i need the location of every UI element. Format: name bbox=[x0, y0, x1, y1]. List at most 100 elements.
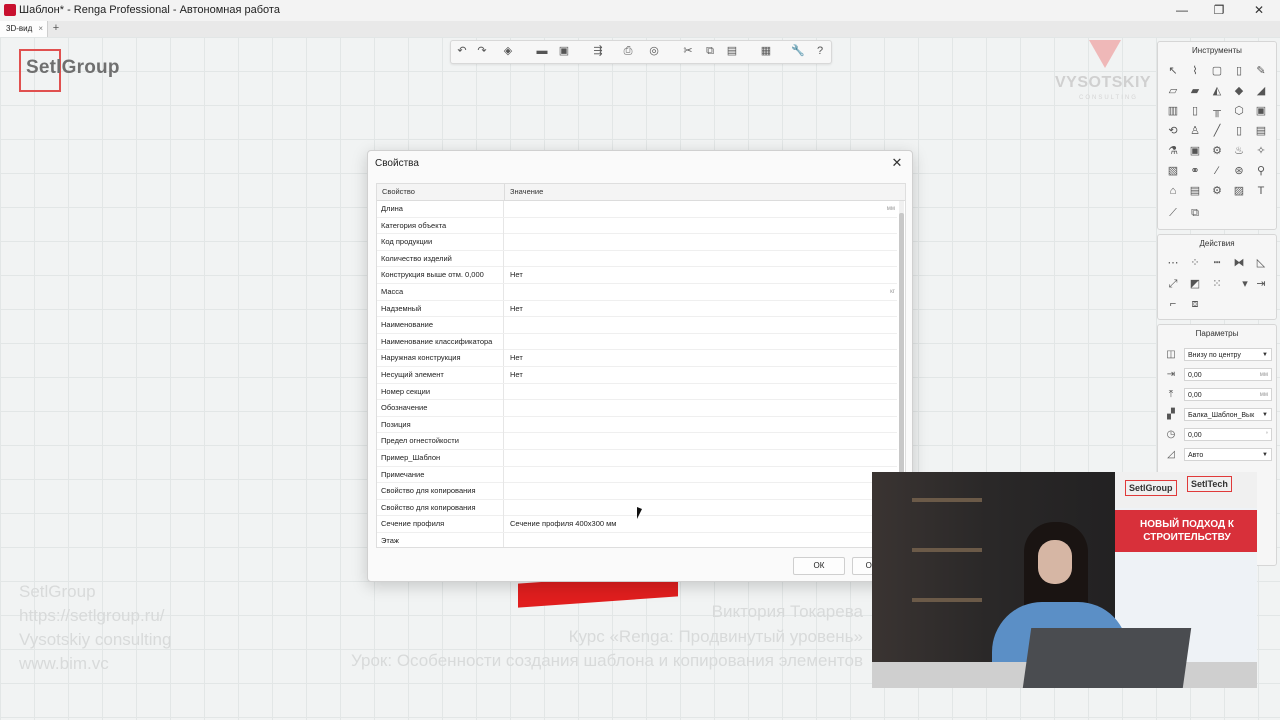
table-row[interactable]: Наименование bbox=[377, 317, 897, 334]
table-row[interactable]: Пример_Шаблон bbox=[377, 449, 897, 467]
ok-button[interactable]: ОК bbox=[793, 557, 845, 575]
property-value[interactable] bbox=[510, 234, 895, 250]
outlet-icon[interactable]: ⊛ bbox=[1232, 164, 1246, 178]
layers-icon[interactable]: ▦ bbox=[759, 44, 773, 58]
column-header-value[interactable]: Значение bbox=[505, 184, 905, 200]
hatch-icon[interactable]: ▨ bbox=[1232, 184, 1246, 198]
join-icon[interactable]: ⌐ bbox=[1166, 297, 1180, 311]
duct-icon[interactable]: ▯ bbox=[1232, 124, 1246, 138]
close-icon[interactable]: ✕ bbox=[888, 154, 906, 172]
save-icon[interactable]: ▣ bbox=[557, 44, 571, 58]
conduit-icon[interactable]: ∕ bbox=[1210, 164, 1224, 178]
pencil-icon[interactable]: ✎ bbox=[1254, 64, 1268, 78]
property-value[interactable]: Сечение профиля 400x300 мм bbox=[510, 516, 895, 532]
property-value[interactable] bbox=[510, 467, 895, 483]
equipment-icon[interactable]: ♙ bbox=[1188, 124, 1202, 138]
dimension-icon[interactable]: ⟋ bbox=[1166, 206, 1180, 220]
copy-icon[interactable]: ⧉ bbox=[703, 44, 717, 58]
table-row[interactable]: Наружная конструкция Нет bbox=[377, 350, 897, 367]
isolated-foundation-icon[interactable]: ▤ bbox=[1188, 184, 1202, 198]
open-folder-icon[interactable]: ▬ bbox=[535, 44, 549, 58]
property-value[interactable]: Нет bbox=[510, 267, 895, 283]
property-value[interactable] bbox=[510, 384, 895, 400]
move-icon[interactable]: ⋯ bbox=[1166, 256, 1180, 270]
property-value[interactable] bbox=[510, 284, 895, 300]
property-value[interactable] bbox=[510, 483, 895, 499]
undo-icon[interactable]: ↶ bbox=[455, 44, 469, 58]
minimize-button[interactable]: — bbox=[1162, 1, 1202, 20]
slab-icon[interactable]: ▰ bbox=[1188, 84, 1202, 98]
room-icon[interactable]: ▢ bbox=[1210, 64, 1224, 78]
select-icon[interactable]: ↖ bbox=[1166, 64, 1180, 78]
add-tab-button[interactable]: + bbox=[50, 21, 62, 37]
copy-elements-icon[interactable]: ⧉ bbox=[1188, 206, 1202, 220]
property-value[interactable] bbox=[510, 417, 895, 433]
door-icon[interactable]: ▥ bbox=[1166, 104, 1180, 118]
offset-1-input[interactable]: 0,00 мм bbox=[1184, 368, 1272, 381]
assembly-icon[interactable]: ▣ bbox=[1254, 104, 1268, 118]
plumbing-icon[interactable]: ⚙ bbox=[1210, 184, 1224, 198]
property-value[interactable] bbox=[510, 533, 895, 547]
device-icon[interactable]: ⚲ bbox=[1254, 164, 1268, 178]
tab-close-icon[interactable]: × bbox=[38, 21, 43, 37]
offset-icon[interactable]: ⇥ bbox=[1254, 277, 1268, 291]
table-row[interactable]: Несущий элемент Нет bbox=[377, 366, 897, 384]
panel-icon[interactable]: ▧ bbox=[1166, 164, 1180, 178]
property-value[interactable] bbox=[510, 334, 895, 350]
wrench-icon[interactable]: 🔧 bbox=[791, 44, 805, 58]
alignment-select[interactable]: Внизу по центру ▼ bbox=[1184, 348, 1272, 361]
line-icon[interactable]: ╱ bbox=[1210, 124, 1224, 138]
table-row[interactable]: Категория объекта bbox=[377, 217, 897, 235]
property-value[interactable] bbox=[510, 433, 895, 449]
fitting-icon[interactable]: ▤ bbox=[1254, 124, 1268, 138]
table-row[interactable]: Номер секции bbox=[377, 383, 897, 401]
pipe-icon[interactable]: ⚗ bbox=[1166, 144, 1180, 158]
paste-icon[interactable]: ▤ bbox=[725, 44, 739, 58]
offset-2-input[interactable]: 0,00 мм bbox=[1184, 388, 1272, 401]
table-row[interactable]: Позиция bbox=[377, 416, 897, 434]
column-icon[interactable]: ▯ bbox=[1232, 64, 1246, 78]
property-value[interactable]: Нет bbox=[510, 301, 895, 317]
help-icon[interactable]: ? bbox=[813, 44, 827, 58]
table-row[interactable]: Примечание bbox=[377, 466, 897, 484]
restore-button[interactable]: ❐ bbox=[1199, 1, 1239, 20]
mechanical-icon[interactable]: ⚙ bbox=[1210, 144, 1224, 158]
table-row[interactable]: Количество изделий bbox=[377, 250, 897, 268]
table-row[interactable]: Конструкция выше отм. 0,000 Нет bbox=[377, 267, 897, 284]
array-icon[interactable]: ┅ bbox=[1210, 256, 1224, 270]
print-icon[interactable]: ⎙ bbox=[621, 44, 635, 58]
stair-icon[interactable]: ◆ bbox=[1232, 84, 1246, 98]
dropdown-icon[interactable]: ▾ bbox=[1238, 277, 1252, 291]
trim-icon[interactable]: ◺ bbox=[1254, 256, 1268, 270]
extend-icon[interactable]: ⤢ bbox=[1166, 277, 1180, 291]
navigation-icon[interactable]: ◎ bbox=[647, 44, 661, 58]
property-value[interactable] bbox=[510, 218, 895, 234]
table-row[interactable]: Свойство для копирования bbox=[377, 483, 897, 500]
element-icon[interactable]: ⬡ bbox=[1232, 104, 1246, 118]
table-row[interactable]: Этаж bbox=[377, 532, 897, 547]
angle-input[interactable]: 0,00 ° bbox=[1184, 428, 1272, 441]
table-row[interactable]: Обозначение bbox=[377, 400, 897, 417]
style-select[interactable]: Балка_Шаблон_Вык ▼ bbox=[1184, 408, 1272, 421]
table-row[interactable]: Длина мм bbox=[377, 201, 897, 218]
view-cube-icon[interactable]: ◈ bbox=[501, 44, 515, 58]
property-value[interactable] bbox=[510, 317, 895, 333]
cable-icon[interactable]: ⚭ bbox=[1188, 164, 1202, 178]
text-icon[interactable]: T bbox=[1254, 184, 1268, 198]
railing-icon[interactable]: ╥ bbox=[1210, 104, 1224, 118]
property-value[interactable]: Нет bbox=[510, 350, 895, 366]
unjoin-icon[interactable]: ⧈ bbox=[1188, 297, 1202, 311]
tab-3d-view[interactable]: 3D-вид × bbox=[0, 21, 48, 37]
property-value[interactable] bbox=[510, 450, 895, 466]
rebar-icon[interactable]: ⟲ bbox=[1166, 124, 1180, 138]
table-row[interactable]: Надземный Нет bbox=[377, 300, 897, 318]
property-value[interactable] bbox=[510, 201, 895, 217]
scale-icon[interactable]: ⁙ bbox=[1210, 277, 1224, 291]
roof-icon[interactable]: ◭ bbox=[1210, 84, 1224, 98]
wall-icon[interactable]: ⌇ bbox=[1188, 64, 1202, 78]
redo-icon[interactable]: ↷ bbox=[475, 44, 489, 58]
table-row[interactable]: Наименование классификатора bbox=[377, 333, 897, 351]
window-tool-icon[interactable]: ▯ bbox=[1188, 104, 1202, 118]
export-icon[interactable]: ⇶ bbox=[591, 44, 605, 58]
close-window-button[interactable]: ✕ bbox=[1239, 1, 1279, 20]
